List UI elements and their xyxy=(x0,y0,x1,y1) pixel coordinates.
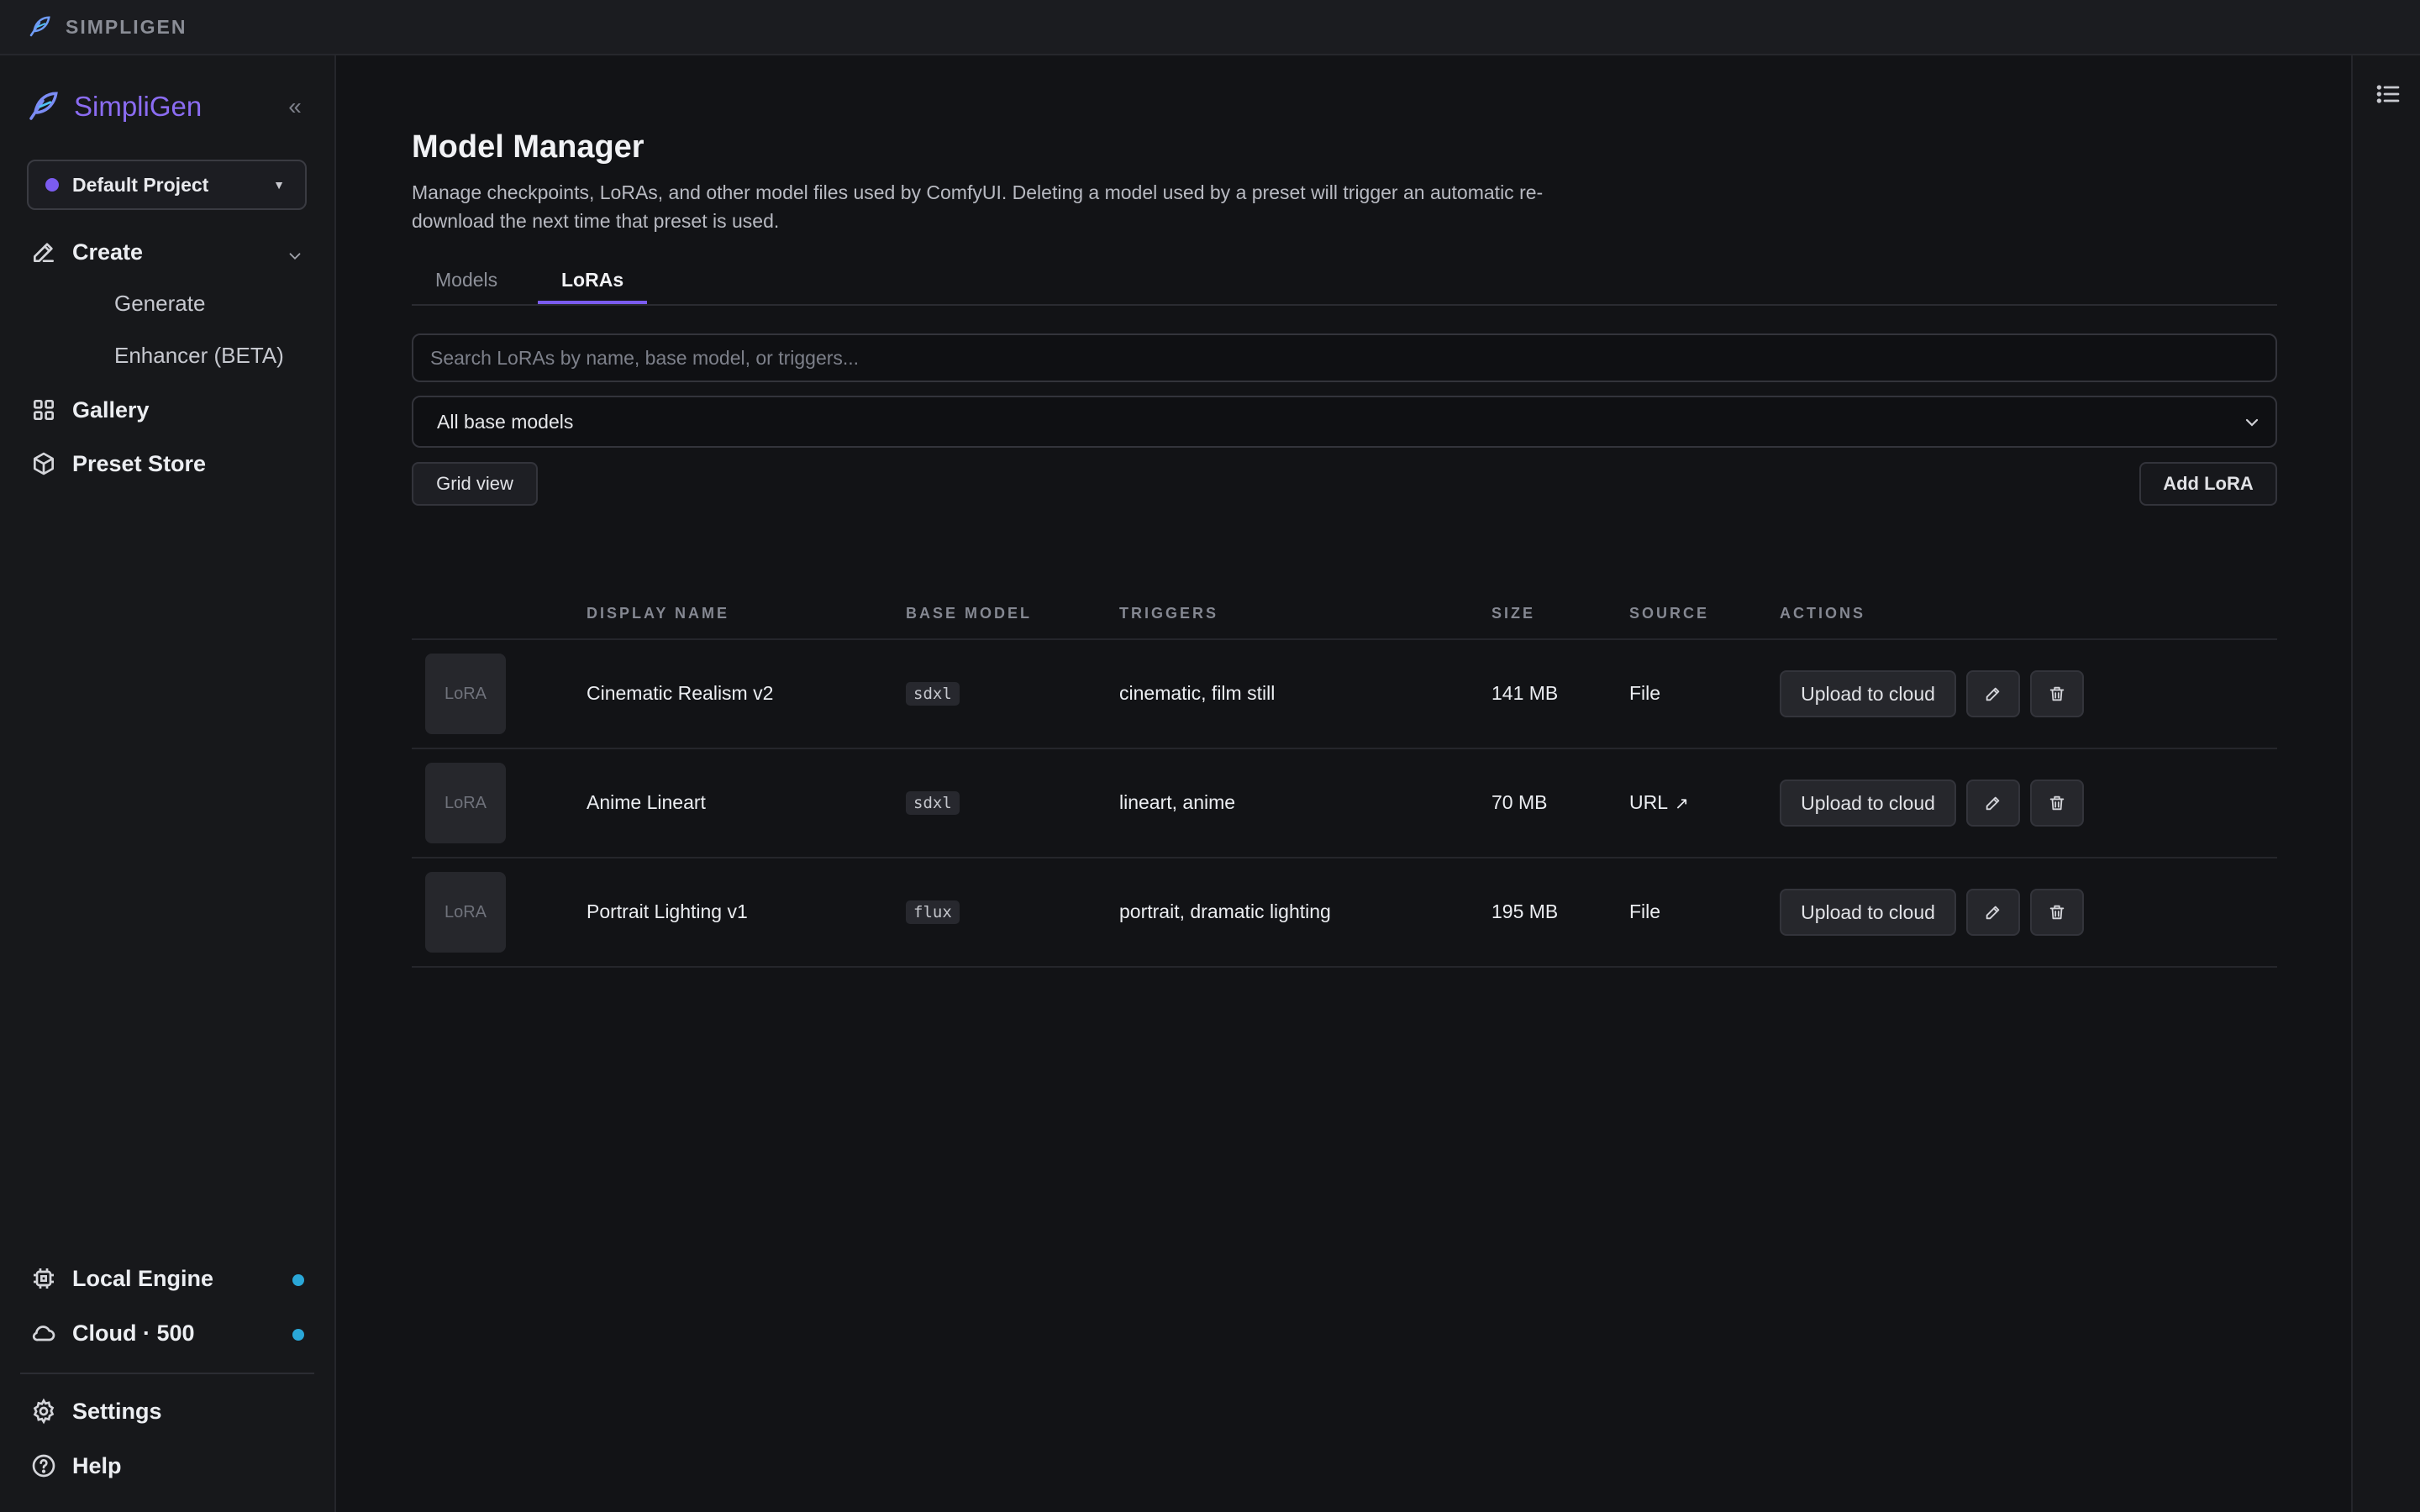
sidebar-item-label: Preset Store xyxy=(72,450,207,476)
header-actions: ACTIONS xyxy=(1780,605,1865,622)
sidebar-header: SimpliGen « xyxy=(25,84,309,129)
top-bar: SIMPLIGEN xyxy=(0,0,2420,55)
sidebar-item-enhancer[interactable]: Enhancer (BETA) xyxy=(114,343,284,369)
lora-thumbnail: LoRA xyxy=(425,872,506,953)
sidebar-item-create[interactable]: Create xyxy=(30,239,143,265)
lora-source: File xyxy=(1629,682,1661,704)
base-model-badge: sdxl xyxy=(906,791,960,815)
pencil-icon xyxy=(1986,687,2000,701)
lora-triggers: portrait, dramatic lighting xyxy=(1119,900,1331,922)
sidebar-item-label: Gallery xyxy=(72,396,150,423)
lora-triggers: lineart, anime xyxy=(1119,791,1236,813)
sidebar-item-label: Create xyxy=(72,239,144,265)
list-icon[interactable] xyxy=(2375,81,2402,108)
pencil-icon xyxy=(34,243,54,262)
upload-to-cloud-button[interactable]: Upload to cloud xyxy=(1780,780,1956,827)
feather-logo-icon xyxy=(29,16,50,37)
delete-button[interactable] xyxy=(2030,780,2084,827)
sidebar-item-cloud[interactable]: Cloud · 500 xyxy=(30,1320,195,1347)
sidebar: SimpliGen « Default Project ▼ Create Gen… xyxy=(0,55,336,1512)
header-size: SIZE xyxy=(1491,605,1536,622)
upload-to-cloud-button[interactable]: Upload to cloud xyxy=(1780,889,1956,936)
external-link-icon: ↗ xyxy=(1675,795,1689,813)
chevron-down-icon xyxy=(2245,418,2259,427)
sidebar-item-label: Help xyxy=(72,1452,122,1478)
page-description: Manage checkpoints, LoRAs, and other mod… xyxy=(412,181,1544,232)
lora-triggers: cinematic, film still xyxy=(1119,682,1276,704)
edit-button[interactable] xyxy=(1966,889,2020,936)
gear-icon xyxy=(33,1398,55,1425)
sidebar-item-generate[interactable]: Generate xyxy=(114,291,205,317)
base-model-badge: flux xyxy=(906,900,960,924)
trash-icon xyxy=(2049,905,2065,920)
upload-to-cloud-button[interactable]: Upload to cloud xyxy=(1780,670,1956,717)
lora-name: Portrait Lighting v1 xyxy=(587,900,748,922)
caret-down-icon: ▼ xyxy=(273,178,285,192)
lora-source: URL xyxy=(1629,791,1669,813)
sidebar-item-help[interactable]: Help xyxy=(30,1452,122,1479)
tab-loras[interactable]: LoRAs xyxy=(538,250,648,304)
pencil-icon xyxy=(1986,796,2000,811)
chevron-down-icon[interactable] xyxy=(286,247,304,265)
lora-source-link[interactable]: URL ↗ xyxy=(1629,791,1689,814)
sidebar-item-gallery[interactable]: Gallery xyxy=(30,396,150,423)
trash-icon xyxy=(2049,795,2065,811)
lora-size: 195 MB xyxy=(1491,900,1559,922)
edit-button[interactable] xyxy=(1966,670,2020,717)
lora-name: Anime Lineart xyxy=(587,791,706,813)
header-source: SOURCE xyxy=(1629,605,1710,622)
header-base-model: BASE MODEL xyxy=(906,605,1033,622)
page-title: Model Manager xyxy=(412,129,644,165)
sidebar-item-preset-store[interactable]: Preset Store xyxy=(30,450,206,477)
base-model-filter-value: All base models xyxy=(437,410,574,433)
topbar-brand: SIMPLIGEN xyxy=(66,15,187,38)
trash-icon xyxy=(2049,686,2065,701)
table-header: DISPLAY NAME BASE MODEL TRIGGERS SIZE SO… xyxy=(412,583,2277,640)
right-rail xyxy=(2351,55,2420,1512)
lora-name: Cinematic Realism v2 xyxy=(587,682,774,704)
collapse-sidebar-button[interactable]: « xyxy=(281,92,309,121)
tab-bar: Models LoRAs xyxy=(412,250,2277,306)
sidebar-item-local-engine[interactable]: Local Engine xyxy=(30,1265,213,1292)
table-row: LoRA Portrait Lighting v1 flux portrait,… xyxy=(412,858,2277,968)
delete-button[interactable] xyxy=(2030,889,2084,936)
sidebar-divider xyxy=(20,1373,314,1374)
project-name: Default Project xyxy=(72,173,209,196)
add-lora-button[interactable]: Add LoRA xyxy=(2139,462,2277,506)
local-engine-status-dot xyxy=(292,1274,304,1286)
feather-logo-icon xyxy=(29,92,58,120)
project-color-dot xyxy=(45,178,59,192)
base-model-filter[interactable]: All base models xyxy=(412,396,2277,448)
help-icon xyxy=(32,1454,55,1478)
cube-icon xyxy=(34,452,54,475)
project-selector[interactable]: Default Project ▼ xyxy=(27,160,307,210)
lora-table: DISPLAY NAME BASE MODEL TRIGGERS SIZE SO… xyxy=(412,583,2277,968)
lora-thumbnail: LoRA xyxy=(425,654,506,734)
delete-button[interactable] xyxy=(2030,670,2084,717)
cloud-icon xyxy=(32,1326,55,1341)
chip-icon xyxy=(34,1268,54,1289)
table-row: LoRA Anime Lineart sdxl lineart, anime 7… xyxy=(412,749,2277,858)
lora-source: File xyxy=(1629,900,1661,922)
header-display-name: DISPLAY NAME xyxy=(587,605,730,622)
base-model-badge: sdxl xyxy=(906,682,960,706)
search-input[interactable] xyxy=(412,333,2277,382)
lora-thumbnail: LoRA xyxy=(425,763,506,843)
edit-button[interactable] xyxy=(1966,780,2020,827)
sidebar-item-label: Settings xyxy=(72,1398,162,1424)
grid-view-button[interactable]: Grid view xyxy=(412,462,538,506)
pencil-icon xyxy=(1986,906,2000,920)
sidebar-item-label: Local Engine xyxy=(72,1265,214,1291)
grid-icon xyxy=(33,400,54,420)
header-triggers: TRIGGERS xyxy=(1119,605,1219,622)
sidebar-item-label: Cloud · 500 xyxy=(72,1320,195,1346)
cloud-status-dot xyxy=(292,1329,304,1341)
table-row: LoRA Cinematic Realism v2 sdxl cinematic… xyxy=(412,640,2277,749)
lora-size: 70 MB xyxy=(1491,791,1548,813)
app-name: SimpliGen xyxy=(74,91,203,122)
lora-size: 141 MB xyxy=(1491,682,1559,704)
sidebar-item-settings[interactable]: Settings xyxy=(30,1398,162,1425)
tab-models[interactable]: Models xyxy=(412,250,521,304)
